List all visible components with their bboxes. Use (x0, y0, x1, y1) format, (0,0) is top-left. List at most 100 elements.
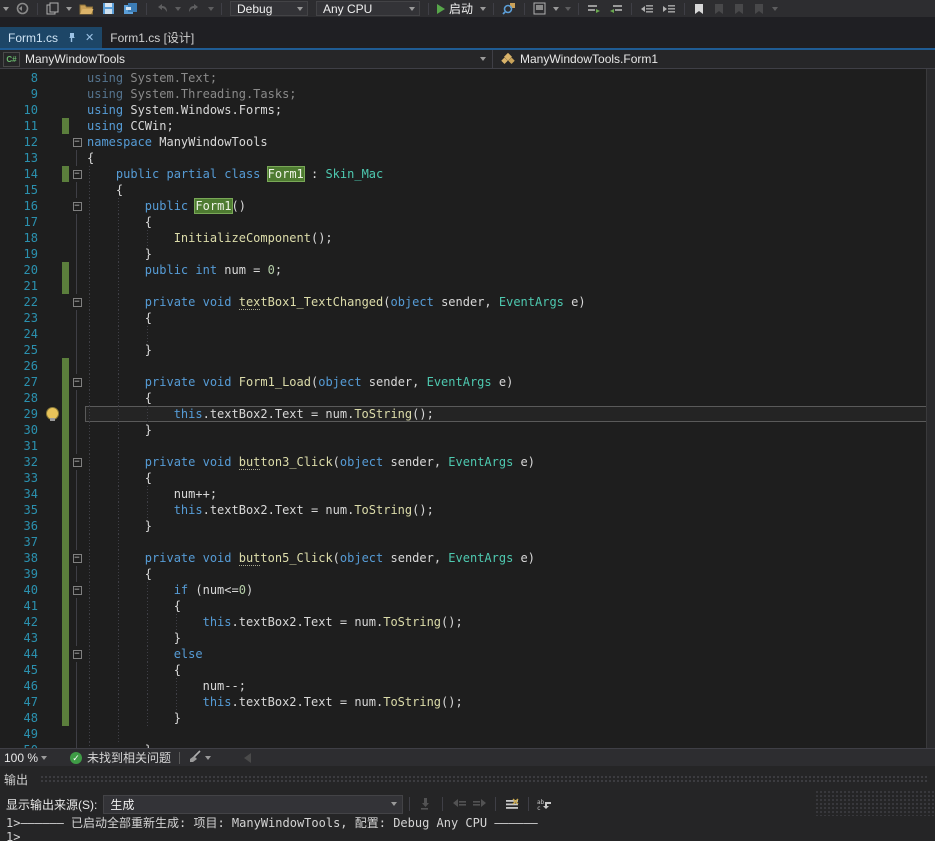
code-line[interactable]: 17 { (0, 214, 935, 230)
line-number[interactable]: 41 (0, 598, 44, 614)
panel-drag-grip[interactable] (40, 775, 929, 783)
fold-collapse-icon[interactable]: − (72, 457, 82, 467)
code-text[interactable]: } (85, 422, 935, 438)
project-dropdown[interactable]: C# ManyWindowTools (0, 50, 493, 68)
line-number[interactable]: 35 (0, 502, 44, 518)
line-number[interactable]: 39 (0, 566, 44, 582)
line-number[interactable]: 28 (0, 390, 44, 406)
line-number[interactable]: 46 (0, 678, 44, 694)
code-line[interactable]: 10 using System.Windows.Forms; (0, 102, 935, 118)
code-text[interactable]: using System.Threading.Tasks; (85, 86, 935, 102)
line-number[interactable]: 31 (0, 438, 44, 454)
code-text[interactable]: } (85, 710, 935, 726)
code-editor[interactable]: 8 using System.Text; 9 using System.Threadi… (0, 69, 935, 748)
solution-configuration-dropdown[interactable]: Debug (230, 1, 308, 16)
line-number[interactable]: 48 (0, 710, 44, 726)
code-text[interactable]: { (85, 662, 935, 678)
line-number[interactable]: 24 (0, 326, 44, 342)
code-text[interactable] (85, 726, 935, 742)
code-cleanup-icon[interactable] (188, 749, 202, 766)
code-line[interactable]: 44 − else (0, 646, 935, 662)
fold-collapse-icon[interactable]: − (72, 553, 82, 563)
line-number[interactable]: 27 (0, 374, 44, 390)
code-text[interactable]: this.textBox2.Text = num.ToString(); (85, 694, 935, 710)
redo-caret[interactable] (208, 6, 214, 11)
undo-icon[interactable] (151, 1, 172, 17)
code-text[interactable]: if (num<=0) (85, 582, 935, 598)
code-text[interactable]: this.textBox2.Text = num.ToString(); (85, 502, 935, 518)
zoom-level-caret[interactable] (41, 755, 48, 760)
code-line[interactable]: 12 − namespace ManyWindowTools (0, 134, 935, 150)
code-line[interactable]: 23 { (0, 310, 935, 326)
code-text[interactable]: { (85, 390, 935, 406)
code-line[interactable]: 42 this.textBox2.Text = num.ToString(); (0, 614, 935, 630)
fold-collapse-icon[interactable]: − (72, 297, 82, 307)
code-line[interactable]: 22 − private void textBox1_TextChanged(ob… (0, 294, 935, 310)
line-number[interactable]: 11 (0, 118, 44, 134)
output-source-dropdown[interactable]: 生成 (103, 794, 404, 814)
fold-collapse-icon[interactable]: − (72, 377, 82, 387)
solution-platform-dropdown[interactable]: Any CPU (316, 1, 420, 16)
code-line[interactable]: 41 { (0, 598, 935, 614)
hscroll-left-arrow[interactable] (244, 752, 252, 763)
new-item-icon[interactable] (42, 1, 63, 17)
intellitrace-icon[interactable] (529, 1, 550, 17)
zoom-level-control[interactable]: 100 % (4, 751, 38, 765)
code-line[interactable]: 18 InitializeComponent(); (0, 230, 935, 246)
line-number[interactable]: 26 (0, 358, 44, 374)
fold-collapse-icon[interactable]: − (72, 585, 82, 595)
toggle-bookmark-icon[interactable] (689, 1, 709, 17)
code-text[interactable]: this.textBox2.Text = num.ToString(); (85, 614, 935, 630)
code-text[interactable] (85, 534, 935, 550)
code-text[interactable]: { (85, 566, 935, 582)
line-number[interactable]: 8 (0, 70, 44, 86)
line-number[interactable]: 32 (0, 454, 44, 470)
code-line[interactable]: 25 } (0, 342, 935, 358)
fold-collapse-icon[interactable]: − (72, 169, 82, 179)
code-line[interactable]: 34 num++; (0, 486, 935, 502)
vertical-scrollbar[interactable] (926, 69, 935, 748)
code-line[interactable]: 39 { (0, 566, 935, 582)
next-bookmark-icon[interactable] (729, 1, 749, 17)
line-number[interactable]: 45 (0, 662, 44, 678)
lightbulb-suggestion-icon[interactable] (47, 408, 58, 421)
code-line[interactable]: 36 } (0, 518, 935, 534)
start-debug-caret[interactable] (480, 6, 487, 11)
code-text[interactable]: using System.Windows.Forms; (85, 102, 935, 118)
line-number[interactable]: 18 (0, 230, 44, 246)
fold-collapse-icon[interactable]: − (72, 201, 82, 211)
line-number[interactable]: 15 (0, 182, 44, 198)
code-text[interactable] (85, 358, 935, 374)
pin-icon[interactable] (66, 32, 77, 43)
line-number[interactable]: 17 (0, 214, 44, 230)
code-line[interactable]: 24 (0, 326, 935, 342)
code-line[interactable]: 32 − private void button3_Click(object se… (0, 454, 935, 470)
toolbar-overflow-caret[interactable] (3, 6, 9, 11)
code-text[interactable]: private void button3_Click(object sender… (85, 454, 935, 470)
code-line[interactable]: 29 this.textBox2.Text = num.ToString(); (0, 406, 935, 422)
line-number[interactable]: 42 (0, 614, 44, 630)
navigate-backward-icon[interactable] (12, 1, 33, 17)
code-line[interactable]: 47 this.textBox2.Text = num.ToString(); (0, 694, 935, 710)
line-number[interactable]: 49 (0, 726, 44, 742)
code-line[interactable]: 40 − if (num<=0) (0, 582, 935, 598)
save-icon[interactable] (98, 1, 119, 17)
code-text[interactable]: this.textBox2.Text = num.ToString(); (85, 406, 935, 422)
code-text[interactable]: namespace ManyWindowTools (85, 134, 935, 150)
next-message-icon[interactable] (469, 795, 489, 813)
code-line[interactable]: 37 (0, 534, 935, 550)
line-number[interactable]: 9 (0, 86, 44, 102)
code-text[interactable] (85, 438, 935, 454)
line-number[interactable]: 21 (0, 278, 44, 294)
code-line[interactable]: 30 } (0, 422, 935, 438)
code-line[interactable]: 45 { (0, 662, 935, 678)
line-number[interactable]: 23 (0, 310, 44, 326)
code-text[interactable]: num++; (85, 486, 935, 502)
code-line[interactable]: 11 using CCWin; (0, 118, 935, 134)
code-text[interactable] (85, 326, 935, 342)
line-number[interactable]: 29 (0, 406, 44, 422)
uncomment-icon[interactable] (605, 1, 627, 17)
code-text[interactable]: public Form1() (85, 198, 935, 214)
code-text[interactable]: { (85, 214, 935, 230)
fold-collapse-icon[interactable]: − (72, 137, 82, 147)
